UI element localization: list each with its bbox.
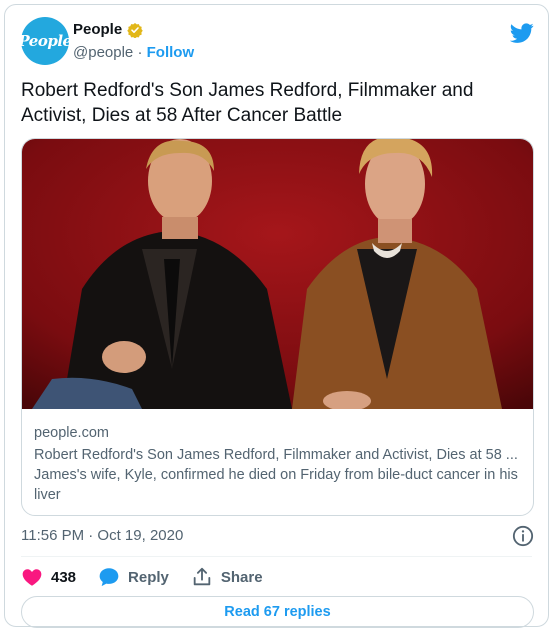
like-count: 438 xyxy=(51,568,77,586)
link-preview-card[interactable]: people.com Robert Redford's Son James Re… xyxy=(21,138,534,516)
twitter-bird-icon[interactable] xyxy=(510,21,534,45)
avatar-logo-text: People xyxy=(18,32,72,50)
reply-bubble-icon xyxy=(99,568,119,587)
avatar[interactable]: People xyxy=(18,17,72,65)
share-button[interactable]: Share xyxy=(191,566,263,588)
info-icon[interactable] xyxy=(512,525,534,547)
link-meta: people.com Robert Redford's Son James Re… xyxy=(34,423,522,505)
tweet-text: Robert Redford's Son James Redford, Film… xyxy=(21,80,474,126)
link-title: Robert Redford's Son James Redford, Film… xyxy=(34,447,518,463)
tweet-timestamp[interactable]: 11:56 PM · Oct 19, 2020 xyxy=(21,527,183,544)
reply-button[interactable]: Reply xyxy=(98,566,169,588)
like-button[interactable]: 438 xyxy=(21,566,76,588)
share-label: Share xyxy=(220,568,263,586)
account-handle[interactable]: @people xyxy=(73,44,133,61)
heart-icon xyxy=(22,569,42,586)
reply-label: Reply xyxy=(128,568,169,586)
handle-row: @people · Follow xyxy=(73,44,194,61)
name-row: People xyxy=(73,21,143,38)
separator-dot: · xyxy=(137,44,143,61)
article-photo xyxy=(22,139,533,409)
link-domain: people.com xyxy=(34,425,109,441)
share-icon xyxy=(193,567,211,586)
tweet-actions: 438 Reply Share xyxy=(21,565,285,589)
verified-badge-icon xyxy=(127,22,143,38)
read-replies-button[interactable]: Read 67 replies xyxy=(21,596,534,628)
tweet-embed-card: People People @people · Follow Robert Re… xyxy=(4,4,549,628)
account-name[interactable]: People xyxy=(73,21,122,38)
link-description: James's wife, Kyle, confirmed he died on… xyxy=(34,467,518,503)
tweet-header: People People @people · Follow xyxy=(18,15,534,65)
follow-button[interactable]: Follow xyxy=(147,44,195,61)
divider xyxy=(21,556,532,557)
